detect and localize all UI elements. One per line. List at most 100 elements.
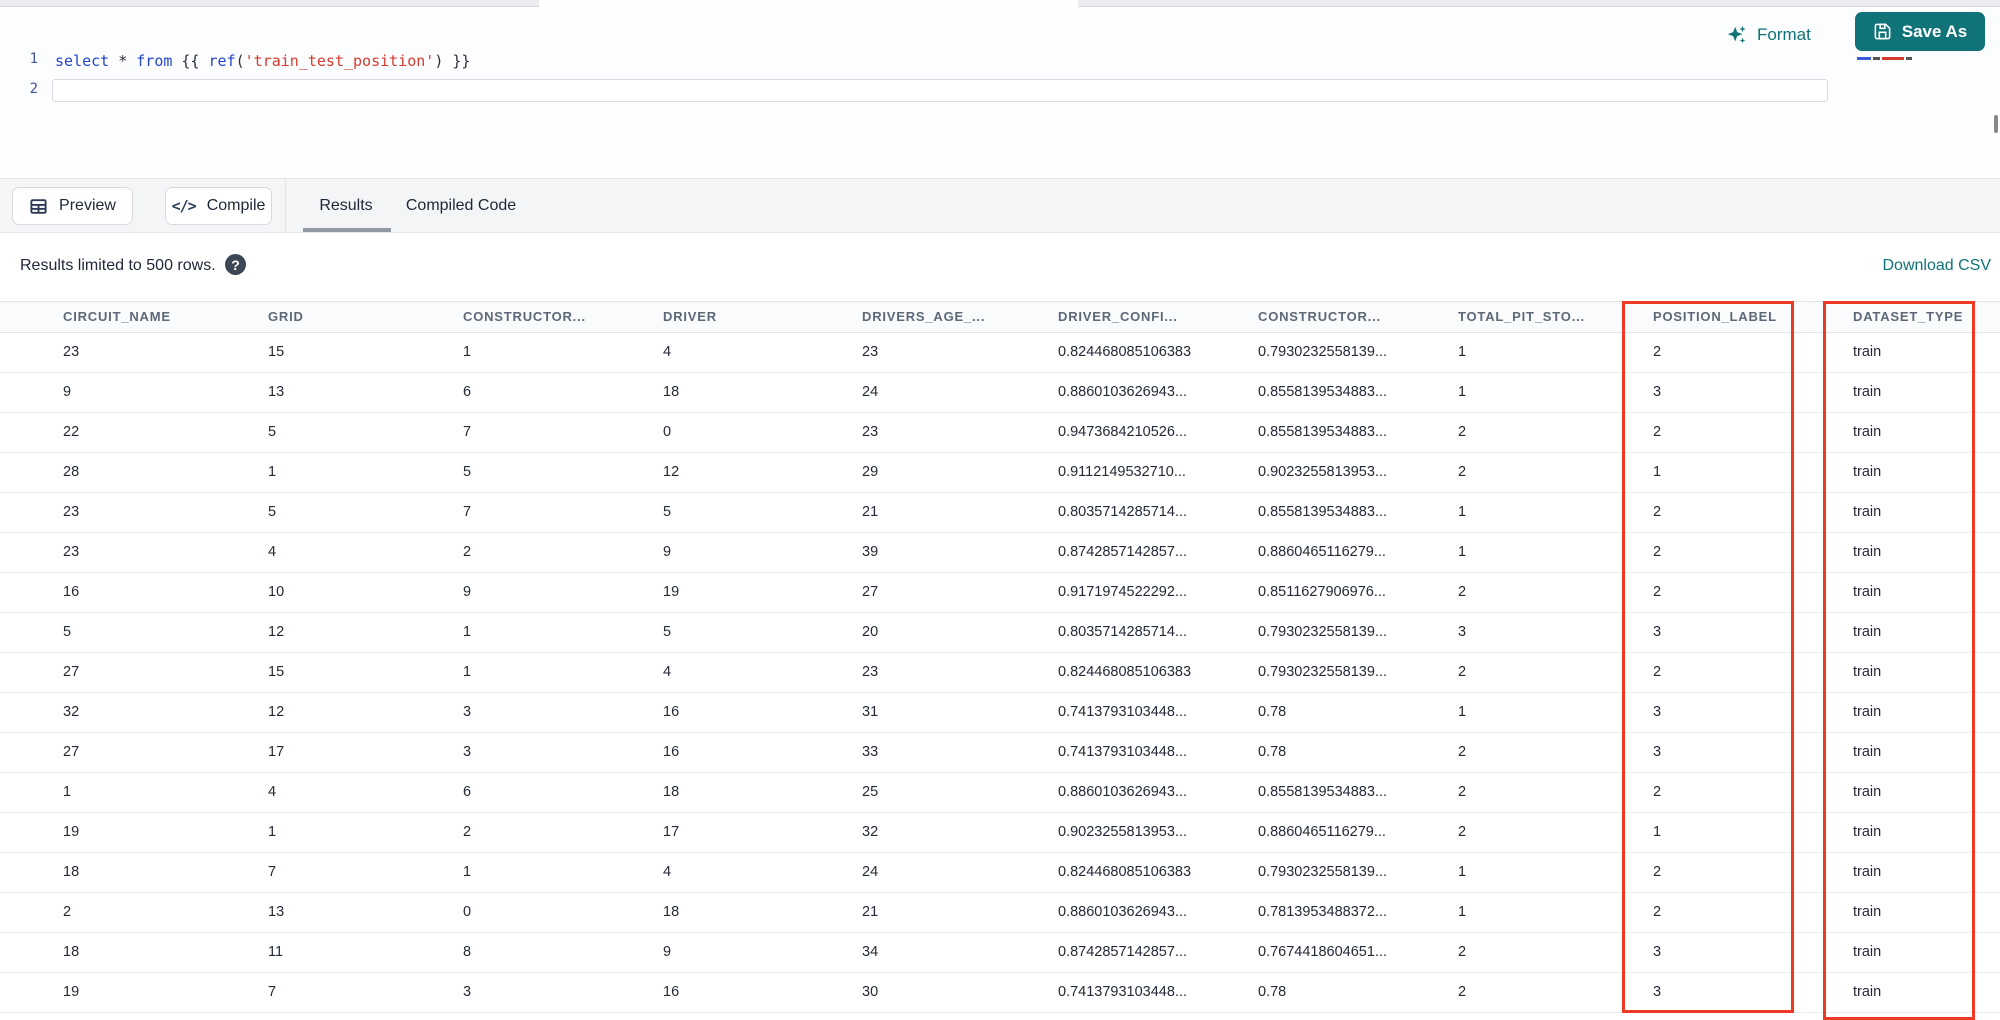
table-cell: 1 [463,664,472,680]
table-cell: 0.8035714285714... [1058,624,1188,640]
table-cell: 5 [63,624,72,640]
table-cell: 7 [268,984,277,1000]
table-cell: 0.78 [1258,704,1287,720]
active-tab-underline [303,228,391,232]
table-row: 32 12 3 16 31 0.7413793103448... 0.78 1 3 train [0,693,2000,733]
table-cell: 0.7930232558139... [1258,664,1388,680]
table-cell: 0.8742857142857... [1058,944,1188,960]
table-cell: 39 [862,544,879,560]
save-as-button[interactable]: Save As [1855,12,1985,51]
table-cell: train [1853,584,1882,600]
table-cell: 3 [463,984,472,1000]
table-row: 27 17 3 16 33 0.7413793103448... 0.78 2 3 train [0,733,2000,773]
table-cell: 34 [862,944,879,960]
table-cell: train [1853,784,1882,800]
table-cell: 5 [663,624,672,640]
table-cell: 9 [63,384,72,400]
editor-minimap [1857,56,1912,61]
code-token-plain: }} [443,52,471,70]
table-cell: 5 [268,504,277,520]
table-cell: train [1853,744,1882,760]
table-row: 1 4 6 18 25 0.8860103626943... 0.8558139534883… [0,773,2000,813]
editor-active-line-highlight[interactable] [52,79,1828,102]
table-cell: 0.8742857142857... [1058,544,1188,560]
table-cell: 19 [63,984,80,1000]
table-cell: train [1853,544,1882,560]
sparkles-icon [1726,24,1748,46]
table-cell: 0.8558139534883... [1258,384,1388,400]
download-csv-link[interactable]: Download CSV [1883,257,1992,275]
table-cell: 19 [63,824,80,840]
table-cell: train [1853,824,1882,840]
table-cell: 1 [463,624,472,640]
table-cell: 17 [663,824,680,840]
table-cell: train [1853,664,1882,680]
table-header-cell: CONSTRUCTOR... [463,309,586,324]
table-cell: 4 [268,784,277,800]
code-token-operator: * [118,52,128,70]
top-tab-strip-segment-left [0,0,539,7]
table-cell: 2 [1653,784,1662,800]
table-cell: 1 [1458,384,1467,400]
code-token-function: ref [208,52,236,70]
table-cell: 23 [63,544,80,560]
table-cell: 2 [463,544,472,560]
table-cell: 7 [268,864,277,880]
table-cell: 4 [663,864,672,880]
table-cell: 18 [63,944,80,960]
editor-scrollbar-thumb[interactable] [1994,115,1998,133]
code-token-plain: ( [235,52,245,70]
table-cell: 5 [663,504,672,520]
help-icon[interactable]: ? [225,254,246,275]
table-header-cell: DRIVER [663,309,717,324]
table-cell: 2 [463,824,472,840]
table-cell: 2 [1653,584,1662,600]
table-cell: 3 [1653,624,1662,640]
line-number: 1 [29,51,38,67]
table-header-cell: DATASET_TYPE [1853,309,1964,324]
table-row: 5 12 1 5 20 0.8035714285714... 0.7930232558139… [0,613,2000,653]
table-cell: 5 [463,464,472,480]
compile-button[interactable]: </> Compile [165,187,272,225]
table-header-cell: GRID [268,309,304,324]
table-cell: 23 [63,504,80,520]
table-cell: 0.7674418604651... [1258,944,1388,960]
table-row: 19 7 3 16 30 0.7413793103448... 0.78 2 3 train [0,973,2000,1013]
table-header-cell: CONSTRUCTOR... [1258,309,1381,324]
table-cell: train [1853,944,1882,960]
table-cell: 3 [1458,624,1467,640]
preview-button[interactable]: Preview [12,187,133,225]
tab-results[interactable]: Results [295,179,397,233]
table-cell: 1 [463,344,472,360]
table-cell: 24 [862,384,879,400]
table-cell: 1 [1458,344,1467,360]
table-cell: 2 [1458,824,1467,840]
table-cell: 1 [1458,504,1467,520]
tab-compiled-code-label: Compiled Code [405,197,517,214]
table-cell: 2 [1653,544,1662,560]
table-cell: 0.8558139534883... [1258,784,1388,800]
table-cell: 4 [663,344,672,360]
results-table: CIRCUIT_NAME GRID CONSTRUCTOR... DRIVER DRIV… [0,301,2000,1013]
table-cell: 27 [63,664,80,680]
table-cell: 0.7930232558139... [1258,344,1388,360]
preview-button-label: Preview [59,197,116,214]
table-cell: 0.9112149532710... [1058,464,1186,480]
table-cell: 10 [268,584,285,600]
table-header-cell: DRIVER_CONFI... [1058,309,1178,324]
tab-compiled-code[interactable]: Compiled Code [402,179,520,233]
table-cell: 15 [268,344,285,360]
table-cell: 23 [63,344,80,360]
format-button[interactable]: Format [1726,19,1811,51]
table-cell: 2 [1458,664,1467,680]
editor-code-line[interactable]: select * from {{ ref('train_test_positio… [55,50,470,72]
table-cell: 21 [862,904,879,920]
table-cell: 1 [268,464,277,480]
table-cell: 0.8511627906976... [1258,584,1386,600]
code-token-string: 'train_test_position' [244,52,435,70]
table-cell: 0.78 [1258,984,1287,1000]
table-row: 18 11 8 9 34 0.8742857142857... 0.767441860465… [0,933,2000,973]
table-cell: train [1853,864,1882,880]
table-row: 2 13 0 18 21 0.8860103626943... 0.781395348837… [0,893,2000,933]
